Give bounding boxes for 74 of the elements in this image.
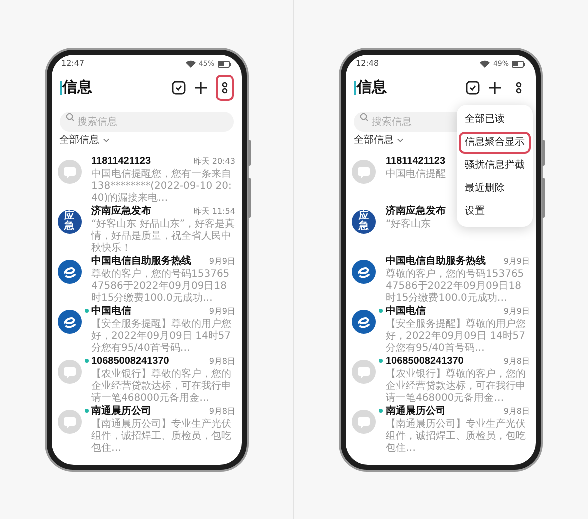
contact-name[interactable]: 10685008241370 [92, 354, 170, 368]
contact-name[interactable]: 南通晨历公司 [386, 404, 446, 418]
message-preview: 尊敬的客户，您的号码15376547586于2022年09月09日18时15分缴费100.0元成功… [386, 268, 526, 304]
contact-name[interactable]: 10685008241370 [386, 354, 464, 368]
menu-item[interactable]: 骚扰信息拦截 [459, 154, 531, 176]
contact-name[interactable]: 济南应急发布 [386, 204, 446, 218]
message-time: 昨天 11:54 [194, 206, 236, 218]
telecom-avatar-icon [58, 310, 82, 334]
message-preview: 【安全服务提醒】尊敬的用户您好，2022年09月09日 14时57分您有95/40首号码… [92, 318, 232, 354]
search-icon [360, 113, 369, 122]
chat-avatar-icon [352, 160, 376, 184]
filter-dropdown[interactable]: 全部信息 [354, 133, 404, 148]
contact-name[interactable]: 11811421123 [386, 154, 446, 168]
plus-icon[interactable] [194, 80, 208, 94]
check-square-icon[interactable] [466, 80, 480, 94]
message-time: 9月8日 [504, 406, 530, 418]
text-cursor [60, 80, 62, 94]
avatar-label: 应急 [64, 212, 74, 232]
wifi-icon [480, 60, 490, 68]
contact-name[interactable]: 中国电信 [386, 304, 426, 318]
more-button[interactable] [216, 74, 234, 100]
message-preview: 【农业银行】尊敬的客户，您的企业经营贷款达标，可在我行申请一笔468000元备用金… [386, 368, 527, 404]
wifi-icon [186, 60, 196, 68]
message-preview: 【农业银行】尊敬的客户，您的企业经营贷款达标，可在我行申请一笔468000元备用金… [92, 368, 232, 404]
search-icon [66, 113, 74, 122]
menu-item[interactable]: 信息聚合显示 [459, 132, 531, 154]
contact-name[interactable]: 南通晨历公司 [92, 404, 152, 418]
contact-name[interactable]: 11811421123 [92, 154, 152, 168]
message-time: 9月9日 [209, 256, 236, 268]
app-title: 信息 [62, 77, 92, 98]
chevron-down-icon [397, 138, 404, 143]
message-preview: 【安全服务提醒】尊敬的用户您好，2022年09月09日 14时57分您有95/40首号码… [386, 318, 527, 354]
chat-avatar-icon [58, 410, 82, 434]
message-preview: 中国电信提醒 [386, 168, 447, 180]
more-icon [516, 82, 522, 94]
status-time: 12:47 [62, 58, 85, 70]
more-icon [222, 82, 228, 94]
message-time: 9月9日 [504, 306, 530, 318]
message-time: 9月9日 [209, 306, 236, 318]
message-time: 9月9日 [504, 256, 530, 268]
telecom-avatar-icon [352, 310, 376, 334]
message-time: 9月8日 [209, 406, 236, 418]
message-time: 9月8日 [504, 356, 530, 368]
app-title: 信息 [357, 77, 387, 98]
message-preview: 尊敬的客户，您的号码15376547586于2022年09月09日18时15分缴费100.0元成功… [92, 268, 231, 304]
contact-name[interactable]: 中国电信自助服务热线 [92, 254, 192, 268]
menu-item[interactable]: 设置 [459, 200, 531, 222]
battery-icon [512, 60, 526, 68]
menu-item[interactable]: 最近删除 [459, 178, 531, 200]
status-time: 12:48 [356, 58, 380, 70]
chat-avatar-icon [58, 160, 82, 184]
contact-name[interactable]: 中国电信自助服务热线 [386, 254, 486, 268]
battery-icon [218, 60, 232, 68]
telecom-avatar-icon [352, 260, 376, 284]
message-preview: 【南通晨历公司】专业生产光伏组件，诚招焊工、质检员，包吃包住… [92, 418, 232, 454]
plus-icon[interactable] [488, 80, 502, 94]
telecom-avatar-icon [58, 260, 82, 284]
contact-name[interactable]: 济南应急发布 [92, 204, 152, 218]
chevron-down-icon [102, 138, 110, 143]
message-preview: 中国电信提醒您，您有一条来自138********(2022-09-10 20:40)的漏接来电… [92, 168, 233, 204]
filter-dropdown[interactable]: 全部信息 [60, 133, 110, 148]
message-preview: “好客山东 好品山东”，好客是真情，好品是质量，祝全省人民中秋快乐！ [92, 218, 236, 254]
message-preview: 【南通晨历公司】专业生产光伏组件，诚招焊工、质检员，包吃包住… [386, 418, 527, 454]
message-time: 9月8日 [209, 356, 236, 368]
message-time: 昨天 20:43 [194, 156, 236, 168]
chat-avatar-icon [352, 360, 376, 384]
chat-avatar-icon [352, 410, 376, 434]
contact-name[interactable]: 中国电信 [92, 304, 132, 318]
avatar-label: 应急 [359, 212, 369, 232]
message-preview: “好客山东 [386, 218, 432, 230]
search-field[interactable]: 搜索信息 [60, 112, 234, 132]
chat-avatar-icon [58, 360, 82, 384]
text-cursor [354, 80, 356, 94]
check-square-icon[interactable] [172, 80, 186, 94]
